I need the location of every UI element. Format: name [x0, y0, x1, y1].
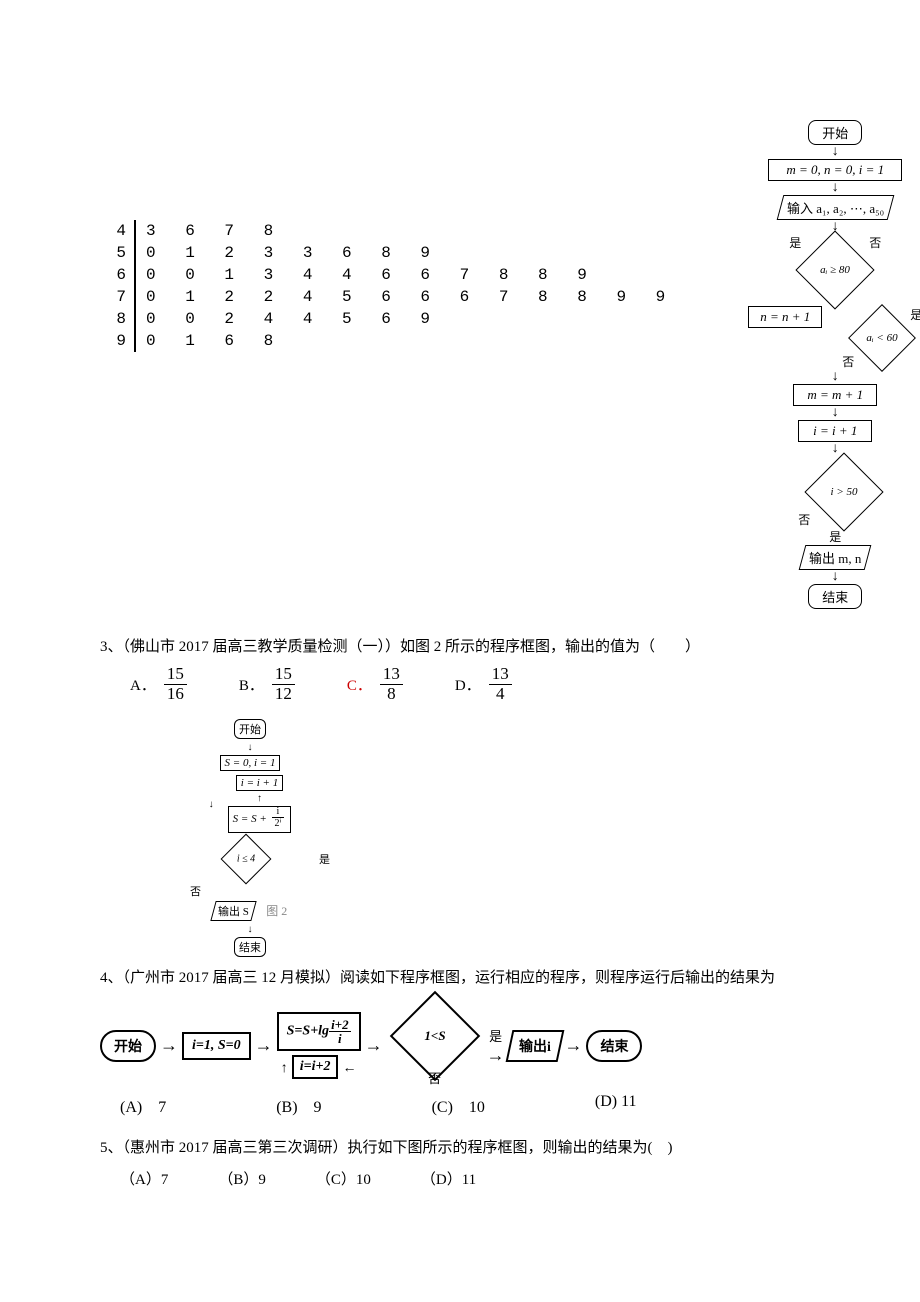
label-no: 否	[842, 353, 854, 370]
arrow-icon: →	[483, 1045, 509, 1066]
label-no: 否	[869, 234, 881, 251]
fc-output: 输出 S	[210, 901, 256, 921]
fc-nstep: n = n + 1	[748, 306, 822, 328]
fc-istep: i = i + 1	[798, 420, 872, 442]
q3-text: 3、（佛山市 2017 届高三教学质量检测（一））如图 2 所示的程序框图，输出…	[100, 634, 820, 661]
fc-mstep: m = m + 1	[793, 384, 877, 406]
arrow-icon: →	[156, 1035, 182, 1056]
stemleaf-row: 80 0 2 4 4 5 6 9	[100, 308, 675, 330]
q3-options: A．1516 B．1512 C．138 D．134	[130, 667, 820, 705]
label-yes: 是	[910, 306, 920, 323]
label-yes: 是	[789, 234, 801, 251]
stemleaf-plot: 43 6 7 8 50 1 2 3 3 6 8 9 60 0 1 3 4 4 6…	[100, 220, 675, 352]
q4-opt-c: (C) 10	[432, 1093, 485, 1117]
fc-sstep: S=S+lgi+2i	[277, 1012, 361, 1051]
arrow-icon: →	[251, 1035, 277, 1056]
fc-init: S = 0, i = 1	[220, 755, 281, 771]
stemleaf-row: 90 1 6 8	[100, 330, 675, 352]
stemleaf-row: 60 0 1 3 4 4 6 6 7 8 8 9	[100, 264, 675, 286]
q5-opt-d: （D）11	[421, 1168, 476, 1189]
stemleaf-row: 43 6 7 8	[100, 220, 675, 242]
fc-end: 结束	[808, 584, 862, 609]
fc-init: i=1, S=0	[182, 1032, 251, 1060]
arrow-icon: →	[361, 1035, 387, 1056]
fc-cond-60: aᵢ < 60	[848, 304, 916, 372]
fc-sstep: S = S + i2ⁱ	[228, 806, 292, 833]
fc-output: 输出 m, n	[799, 545, 872, 570]
fc-cond: i ≤ 4	[220, 834, 271, 885]
flowchart-q3: 开始 ↓ S = 0, i = 1 ↓ i = i + 1 ↑ S = S + …	[170, 717, 330, 959]
q3-opt-b: B．1512	[239, 667, 297, 705]
arrow-icon: →	[560, 1035, 586, 1056]
label-no: 否	[190, 883, 330, 899]
stemleaf-row: 70 1 2 2 4 5 6 6 6 7 8 8 9 9	[100, 286, 675, 308]
q4-opt-a: (A) 7	[120, 1093, 166, 1117]
q5-opt-b: （B）9	[218, 1168, 266, 1189]
fig-caption: 图 2	[266, 904, 287, 918]
q3-opt-a: A．1516	[130, 667, 189, 705]
q5-text: 5、（惠州市 2017 届高三第三次调研）执行如下图所示的程序框图，则输出的结果…	[100, 1135, 820, 1162]
fc-start: 开始	[234, 719, 266, 739]
fc-cond: 1<S	[389, 991, 480, 1082]
fc-end: 结束	[234, 937, 266, 957]
fc-input: 输入 a₁, a₂, ⋯, a₅₀	[776, 195, 894, 220]
label-yes: 是	[489, 1026, 502, 1045]
fc-cond-80: aᵢ ≥ 80	[796, 230, 875, 309]
q5-options: （A）7 （B）9 （C）10 （D）11	[120, 1168, 820, 1189]
label-yes: 是	[319, 851, 330, 867]
q5-opt-a: （A）7	[120, 1168, 168, 1189]
flowchart-q4: 开始 → i=1, S=0 → S=S+lgi+2i ↑ i=i+2 ← → 1…	[100, 1004, 820, 1087]
q4-options: (A) 7 (B) 9 (C) 10 (D) 11	[120, 1093, 820, 1117]
stemleaf-row: 50 1 2 3 3 6 8 9	[100, 242, 675, 264]
fc-end: 结束	[586, 1030, 642, 1062]
q4-opt-b: (B) 9	[276, 1093, 321, 1117]
fc-output: 输出i	[519, 1036, 551, 1056]
flowchart-q6: 开始 ↓ m = 0, n = 0, i = 1 ↓ 输入 a₁, a₂, ⋯,…	[715, 120, 920, 609]
q4-opt-d: (D) 11	[595, 1093, 637, 1117]
label-no: 否	[798, 511, 810, 528]
fc-istep: i = i + 1	[236, 775, 283, 791]
fc-init: m = 0, n = 0, i = 1	[768, 159, 902, 181]
q5-opt-c: （C）10	[316, 1168, 371, 1189]
q3-opt-d: D．134	[455, 667, 514, 705]
q3-opt-c: C．138	[347, 667, 405, 705]
label-yes: 是	[829, 528, 841, 545]
fc-cond-50: i > 50	[805, 452, 884, 531]
fc-start: 开始	[808, 120, 862, 145]
fc-istep: i=i+2	[292, 1055, 339, 1079]
q4-text: 4、（广州市 2017 届高三 12 月模拟）阅读如下程序框图，运行相应的程序，…	[100, 965, 820, 992]
fc-start: 开始	[100, 1030, 156, 1062]
